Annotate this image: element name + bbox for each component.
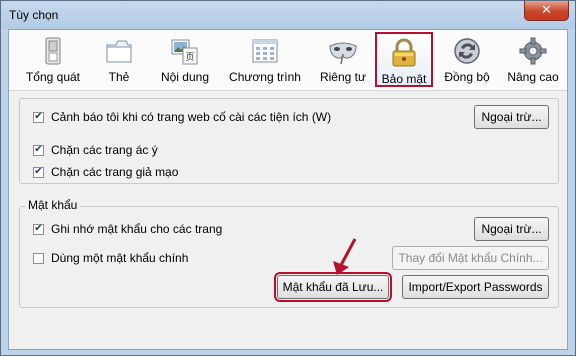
master-password-checkbox[interactable] [33, 252, 44, 264]
close-icon: ✕ [541, 3, 552, 18]
options-window: Tùy chọn ✕ Tổng quát Thẻ 页 Nội dung Chươ… [0, 0, 576, 356]
password-exceptions-button[interactable]: Ngoại trừ... [474, 217, 549, 241]
tab-tabs[interactable]: Thẻ [99, 32, 139, 87]
tab-label: Đồng bộ [444, 70, 490, 84]
category-toolbar: Tổng quát Thẻ 页 Nội dung Chương trình Ri… [9, 30, 567, 91]
saved-passwords-label: Mật khẩu đã Lưu... [282, 280, 384, 294]
padlock-icon [392, 38, 416, 67]
tab-label: Tổng quát [25, 70, 81, 84]
tab-general[interactable]: Tổng quát [21, 32, 85, 87]
addons-exceptions-button[interactable]: Ngoại trừ... [474, 105, 549, 129]
remember-passwords-label: Ghi nhớ mật khẩu cho các trang [51, 222, 223, 236]
applications-icon [252, 39, 278, 63]
master-password-label: Dùng một mật khẩu chính [51, 251, 189, 265]
tab-security[interactable]: Bảo mật [375, 32, 433, 87]
saved-passwords-button[interactable]: Mật khẩu đã Lưu... [274, 272, 392, 302]
gear-icon [519, 37, 547, 65]
tab-label: Chương trình [229, 70, 301, 84]
window-title: Tùy chọn [9, 8, 59, 22]
tab-privacy[interactable]: Riêng tư [313, 32, 373, 87]
warn-addons-checkbox[interactable]: ✔ [33, 111, 44, 123]
tab-applications[interactable]: Chương trình [225, 32, 305, 87]
block-attack-checkbox[interactable]: ✔ [33, 144, 44, 156]
sync-icon [454, 38, 480, 64]
import-export-label: Import/Export Passwords [408, 280, 543, 294]
options-content: Tổng quát Thẻ 页 Nội dung Chương trình Ri… [8, 29, 568, 350]
import-export-passwords-button[interactable]: Import/Export Passwords [402, 275, 549, 299]
warn-addons-label: Cảnh báo tôi khi có trang web cố cài các… [51, 110, 332, 124]
change-master-password-button[interactable]: Thay đổi Mật khẩu Chính... [392, 246, 549, 270]
block-attack-row[interactable]: ✔ Chặn các trang ác ý [33, 143, 158, 157]
close-button[interactable]: ✕ [524, 1, 569, 21]
tab-content[interactable]: 页 Nội dung [155, 32, 215, 87]
mask-icon [329, 42, 357, 65]
tab-advanced[interactable]: Nâng cao [503, 32, 563, 87]
block-attack-label: Chặn các trang ác ý [51, 143, 158, 157]
content-icon: 页 [171, 39, 198, 65]
exceptions-label: Ngoại trừ... [481, 222, 542, 236]
annotation-arrow-icon [333, 238, 357, 275]
passwords-group-label: Mật khẩu [25, 198, 81, 212]
svg-text:页: 页 [185, 52, 194, 63]
change-master-label: Thay đổi Mật khẩu Chính... [398, 251, 543, 265]
warn-addons-row[interactable]: ✔ Cảnh báo tôi khi có trang web cố cài c… [33, 110, 331, 124]
block-forgery-label: Chặn các trang giả mạo [51, 165, 179, 179]
title-bar[interactable]: Tùy chọn ✕ [1, 1, 575, 29]
tab-label: Thẻ [108, 70, 130, 84]
tab-label: Riêng tư [319, 70, 367, 84]
tab-label: Nội dung [160, 70, 210, 84]
tab-label: Bảo mật [381, 72, 427, 86]
block-forgery-row[interactable]: ✔ Chặn các trang giả mạo [33, 165, 178, 179]
block-forgery-checkbox[interactable]: ✔ [33, 166, 44, 178]
tab-label: Nâng cao [507, 70, 559, 84]
remember-passwords-checkbox[interactable]: ✔ [33, 223, 44, 235]
remember-passwords-row[interactable]: ✔ Ghi nhớ mật khẩu cho các trang [33, 222, 222, 236]
exceptions-label: Ngoại trừ... [481, 110, 542, 124]
master-password-row[interactable]: Dùng một mật khẩu chính [33, 251, 188, 265]
tab-sync[interactable]: Đồng bộ [439, 32, 495, 87]
tabs-icon [106, 40, 132, 63]
switch-icon [45, 37, 61, 65]
